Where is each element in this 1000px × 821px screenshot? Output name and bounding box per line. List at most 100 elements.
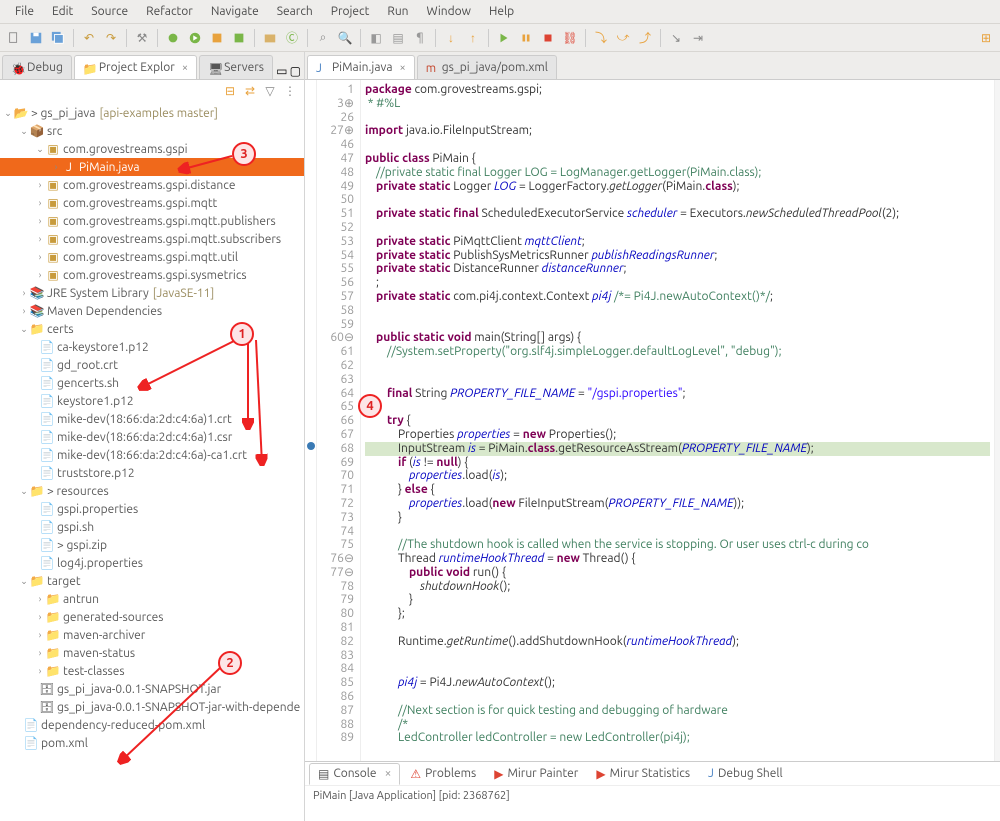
new-class-icon[interactable]: Ⓒ <box>282 28 302 48</box>
bp-tab-mirur-stats[interactable]: ▶Mirur Statistics <box>588 764 698 784</box>
perspective-icon[interactable]: ⊞ <box>976 28 996 48</box>
tree-file-pimain[interactable]: ›JPiMain.java <box>0 158 304 176</box>
tree-file[interactable]: 📄gd_root.crt <box>0 356 304 374</box>
tree-target-folder[interactable]: ⌄📁target <box>0 572 304 590</box>
tree-file[interactable]: 📄log4j.properties <box>0 554 304 572</box>
show-whitespace-icon[interactable]: ¶ <box>410 28 430 48</box>
tree-file[interactable]: 📄ca-keystore1.p12 <box>0 338 304 356</box>
link-editor-icon[interactable]: ⇄ <box>242 83 258 99</box>
tree-package[interactable]: ›▣com.grovestreams.gspi.mqtt.publishers <box>0 212 304 230</box>
resume-icon[interactable] <box>494 28 514 48</box>
tree-resources-folder[interactable]: ⌄📁> resources <box>0 482 304 500</box>
debug-icon[interactable] <box>163 28 183 48</box>
tree-folder[interactable]: ›📁antrun <box>0 590 304 608</box>
menu-edit[interactable]: Edit <box>43 1 82 22</box>
tree-folder[interactable]: ›📁generated-sources <box>0 608 304 626</box>
next-annotation-icon[interactable]: ↓ <box>441 28 461 48</box>
tree-package[interactable]: ⌄▣com.grovestreams.gspi <box>0 140 304 158</box>
tree-file-pom[interactable]: 📄pom.xml <box>0 734 304 752</box>
tree-package[interactable]: ›▣com.grovestreams.gspi.sysmetrics <box>0 266 304 284</box>
bp-tab-debug-shell[interactable]: JDebug Shell <box>700 764 791 783</box>
tree-package[interactable]: ›▣com.grovestreams.gspi.mqtt.util <box>0 248 304 266</box>
tree-file[interactable]: 🗄gs_pi_java-0.0.1-SNAPSHOT-jar-with-depe… <box>0 698 304 716</box>
build-icon[interactable]: ⚒ <box>132 28 152 48</box>
menu-help[interactable]: Help <box>480 1 523 22</box>
bp-tab-console[interactable]: ▤Console× <box>309 763 400 785</box>
tab-debug[interactable]: 🐞Debug <box>2 55 72 79</box>
usestepin-icon[interactable]: ⇥ <box>688 28 708 48</box>
tree-file[interactable]: 📄truststore.p12 <box>0 464 304 482</box>
stepinto-icon[interactable]: ⤵ <box>591 28 611 48</box>
tab-project-explorer[interactable]: 📁Project Explor× <box>74 55 197 79</box>
close-icon[interactable]: × <box>400 62 406 74</box>
tree-folder[interactable]: ›📁test-classes <box>0 662 304 680</box>
disconnect-icon[interactable]: ⛓ <box>560 28 580 48</box>
collapse-all-icon[interactable]: ⊟ <box>222 83 238 99</box>
tree-src[interactable]: ⌄📦src <box>0 122 304 140</box>
toggle-mark-icon[interactable]: ◧ <box>366 28 386 48</box>
tree-certs-folder[interactable]: ⌄📁certs <box>0 320 304 338</box>
search-icon[interactable]: 🔍 <box>335 28 355 48</box>
code-editor[interactable]: 13⊕2627⊕464748495051525354555657585960⊖6… <box>305 80 1000 761</box>
run-icon[interactable] <box>185 28 205 48</box>
runext-icon[interactable] <box>229 28 249 48</box>
filter-icon[interactable]: ▽ <box>262 83 278 99</box>
tree-folder[interactable]: ›📁maven-archiver <box>0 626 304 644</box>
redo-icon[interactable]: ↷ <box>101 28 121 48</box>
tab-servers[interactable]: 🖥Servers <box>199 55 273 79</box>
tree-file[interactable]: 📄mike-dev(18:66:da:2d:c4:6a)1.csr <box>0 428 304 446</box>
suspend-icon[interactable] <box>516 28 536 48</box>
coverage-icon[interactable] <box>207 28 227 48</box>
tree-file[interactable]: 📄keystore1.p12 <box>0 392 304 410</box>
code-area[interactable]: package com.grovestreams.gspi; * #%L imp… <box>361 80 994 761</box>
tree-maven-deps[interactable]: ›📚Maven Dependencies <box>0 302 304 320</box>
saveall-icon[interactable] <box>48 28 68 48</box>
tree-file[interactable]: 📄mike-dev(18:66:da:2d:c4:6a)1.crt <box>0 410 304 428</box>
menu-navigate[interactable]: Navigate <box>202 1 268 22</box>
menu-refactor[interactable]: Refactor <box>137 1 202 22</box>
undo-icon[interactable]: ↶ <box>79 28 99 48</box>
minimize-icon[interactable]: ▭ <box>275 63 289 79</box>
open-type-icon[interactable]: ⌕ <box>313 28 333 48</box>
menu-file[interactable]: File <box>6 1 43 22</box>
terminate-icon[interactable] <box>538 28 558 48</box>
overview-ruler[interactable] <box>994 80 1000 761</box>
tree-file[interactable]: 📄> gspi.zip <box>0 536 304 554</box>
toggle-block-icon[interactable]: ▤ <box>388 28 408 48</box>
editor-tab-pimain[interactable]: JPiMain.java× <box>307 55 415 79</box>
new-pkg-icon[interactable] <box>260 28 280 48</box>
menu-run[interactable]: Run <box>378 1 417 22</box>
dropframe-icon[interactable]: ↘ <box>666 28 686 48</box>
tree-file[interactable]: 🗄gs_pi_java-0.0.1-SNAPSHOT.jar <box>0 680 304 698</box>
line-gutter[interactable]: 13⊕2627⊕464748495051525354555657585960⊖6… <box>317 80 361 761</box>
menu-window[interactable]: Window <box>418 1 480 22</box>
marker-strip[interactable] <box>305 80 317 761</box>
tree-project[interactable]: ⌄📂> gs_pi_java[api-examples master] <box>0 104 304 122</box>
maximize-icon[interactable]: ▢ <box>289 63 303 79</box>
menu-search[interactable]: Search <box>268 1 322 22</box>
bp-tab-problems[interactable]: ⚠Problems <box>402 764 484 784</box>
project-tree[interactable]: ⌄📂> gs_pi_java[api-examples master] ⌄📦sr… <box>0 102 304 821</box>
stepreturn-icon[interactable]: ⤴ <box>635 28 655 48</box>
tree-file[interactable]: 📄gspi.properties <box>0 500 304 518</box>
new-icon[interactable] <box>4 28 24 48</box>
tree-file[interactable]: 📄mike-dev(18:66:da:2d:c4:6a)-ca1.crt <box>0 446 304 464</box>
save-icon[interactable] <box>26 28 46 48</box>
tree-file[interactable]: 📄dependency-reduced-pom.xml <box>0 716 304 734</box>
close-icon[interactable]: × <box>385 767 392 780</box>
tree-file[interactable]: 📄gencerts.sh <box>0 374 304 392</box>
tree-package[interactable]: ›▣com.grovestreams.gspi.mqtt.subscribers <box>0 230 304 248</box>
tree-folder[interactable]: ›📁maven-status <box>0 644 304 662</box>
view-menu-icon[interactable]: ⋮ <box>282 83 298 99</box>
tree-package[interactable]: ›▣com.grovestreams.gspi.distance <box>0 176 304 194</box>
close-icon[interactable]: × <box>182 62 188 74</box>
stepover-icon[interactable]: ⤻ <box>613 28 633 48</box>
bp-tab-mirur-painter[interactable]: ▶Mirur Painter <box>486 764 586 784</box>
editor-tab-pom[interactable]: mgs_pi_java/pom.xml <box>417 55 557 79</box>
tree-package[interactable]: ›▣com.grovestreams.gspi.mqtt <box>0 194 304 212</box>
prev-annotation-icon[interactable]: ↑ <box>463 28 483 48</box>
tree-jre[interactable]: ›📚JRE System Library[JavaSE-11] <box>0 284 304 302</box>
tree-file[interactable]: 📄gspi.sh <box>0 518 304 536</box>
menu-source[interactable]: Source <box>82 1 137 22</box>
menu-project[interactable]: Project <box>322 1 379 22</box>
